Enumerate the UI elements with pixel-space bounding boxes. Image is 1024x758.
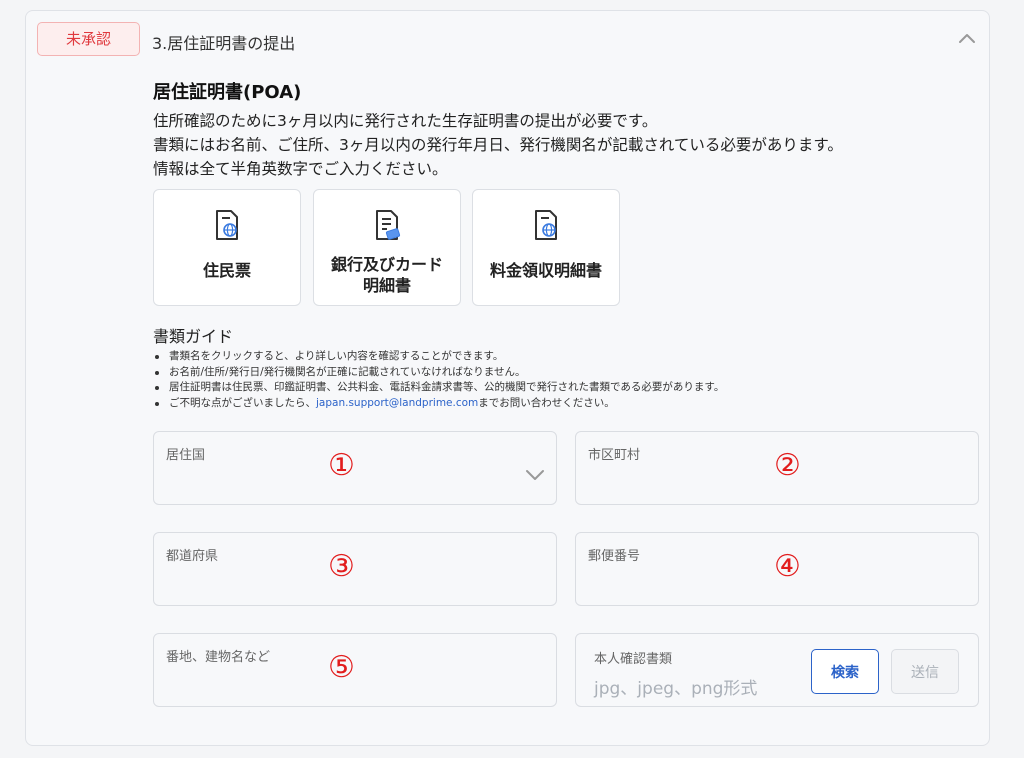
doc-type-label: 銀行及びカード 明細書 <box>330 255 443 295</box>
annotation-marker: ③ <box>328 549 355 584</box>
address-label: 番地、建物名など <box>166 650 271 665</box>
country-select[interactable]: 居住国 ① <box>153 431 557 505</box>
support-email-link[interactable]: japan.support@landprime.com <box>316 397 478 409</box>
send-button[interactable]: 送信 <box>891 649 959 694</box>
chevron-down-icon[interactable] <box>524 468 546 482</box>
doc-type-card-residence[interactable]: 住民票 <box>153 189 301 306</box>
search-button[interactable]: 検索 <box>811 649 879 694</box>
doc-type-card-bank-statement[interactable]: 銀行及びカード 明細書 <box>313 189 461 306</box>
guide-item: 書類名をクリックすると、より詳しい内容を確認することができます。 <box>153 349 724 365</box>
country-label: 居住国 <box>166 448 206 463</box>
guide-item: 居住証明書は住民票、印鑑証明書、公共料金、電話料金請求書等、公的機関で発行された… <box>153 380 724 396</box>
prefecture-input[interactable]: 都道府県 ③ <box>153 532 557 606</box>
document-globe-icon <box>535 210 557 240</box>
annotation-marker: ② <box>774 448 801 483</box>
chevron-up-icon[interactable] <box>957 29 977 49</box>
poa-description-line: 住所確認のために3ヶ月以内に発行された生存証明書の提出が必要です。 <box>153 112 658 130</box>
guide-list: 書類名をクリックすると、より詳しい内容を確認することができます。 お名前/住所/… <box>153 349 724 411</box>
poa-section-panel: 未承認 3.居住証明書の提出 居住証明書(POA) 住所確認のために3ヶ月以内に… <box>25 10 990 746</box>
doc-type-label: 住民票 <box>202 261 251 280</box>
document-globe-icon <box>216 210 238 240</box>
annotation-marker: ⑤ <box>328 650 355 685</box>
doc-type-label: 料金領収明細書 <box>489 261 602 280</box>
section-title: 3.居住証明書の提出 <box>152 34 296 53</box>
doc-type-card-utility-receipt[interactable]: 料金領収明細書 <box>472 189 620 306</box>
status-badge: 未承認 <box>37 22 140 56</box>
document-card-icon <box>376 210 401 240</box>
id-document-upload: 本人確認書類 jpg、jpeg、png形式 検索 送信 <box>575 633 979 707</box>
id-doc-label: 本人確認書類 <box>594 652 673 667</box>
upload-placeholder: jpg、jpeg、png形式 <box>594 679 758 699</box>
city-input[interactable]: 市区町村 ② <box>575 431 979 505</box>
postal-label: 郵便番号 <box>588 549 641 564</box>
poa-heading: 居住証明書(POA) <box>153 82 302 103</box>
address-input[interactable]: 番地、建物名など ⑤ <box>153 633 557 707</box>
city-label: 市区町村 <box>588 448 641 463</box>
poa-description-line: 書類にはお名前、ご住所、3ヶ月以内の発行年月日、発行機関名が記載されている必要が… <box>153 136 843 154</box>
poa-description-line: 情報は全て半角英数字でご入力ください。 <box>153 160 448 178</box>
guide-item: お名前/住所/発行日/発行機関名が正確に記載されていなければなりません。 <box>153 365 724 381</box>
guide-item-contact: ご不明な点がございましたら、japan.support@landprime.co… <box>153 396 724 412</box>
postal-code-input[interactable]: 郵便番号 ④ <box>575 532 979 606</box>
annotation-marker: ④ <box>774 549 801 584</box>
prefecture-label: 都道府県 <box>166 549 219 564</box>
annotation-marker: ① <box>328 448 355 483</box>
guide-title: 書類ガイド <box>153 327 234 346</box>
